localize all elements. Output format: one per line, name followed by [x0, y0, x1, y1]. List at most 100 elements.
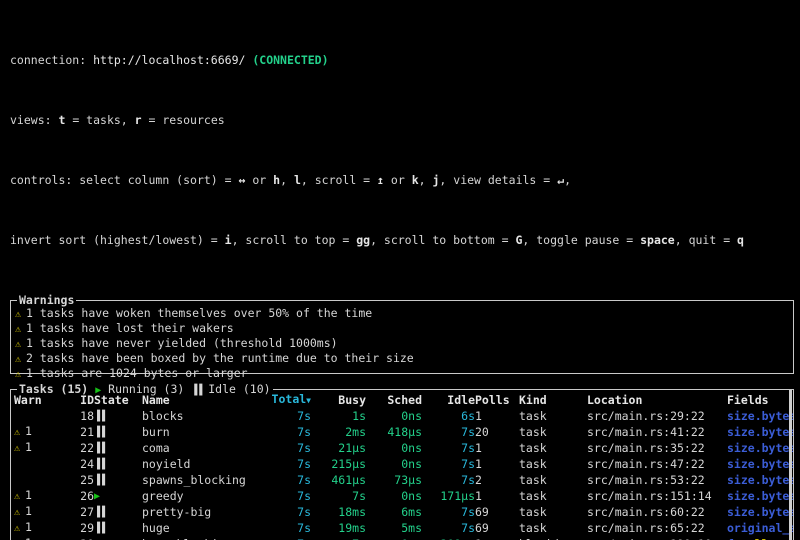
key-l[interactable]: l — [294, 173, 301, 187]
field-key: size.bytes — [727, 440, 793, 455]
cell-sched: 0ns — [401, 456, 422, 471]
cell-warn — [14, 456, 62, 472]
cell-state: ▐▐ — [94, 520, 142, 536]
field-key: size.bytes — [727, 456, 793, 471]
warning-triangle-icon: ⚠ — [15, 324, 22, 335]
cell-fields: size.bytes=408 tar — [727, 424, 793, 440]
key-i[interactable]: i — [225, 233, 232, 247]
column-header-total[interactable]: Total▼ — [268, 392, 311, 408]
warning-triangle-icon: ⚠ — [14, 427, 21, 438]
cell-fields: size.bytes=400 tar — [727, 408, 793, 424]
cell-name: huge — [142, 520, 170, 535]
warnings-list: ⚠ 1 tasks have woken themselves over 50% … — [11, 301, 793, 384]
tasks-table-head: Warn ID State Name Total▼ Busy Sched Idl… — [14, 392, 793, 408]
table-row[interactable]: ⚠ 1 27 ▐▐ pretty-big 7s 18ms 6ms 7s 69 task src/mai… — [14, 504, 793, 520]
cell-busy: 215µs — [331, 456, 366, 471]
column-header-busy[interactable]: Busy — [311, 392, 366, 408]
cell-idle: 7s — [461, 504, 475, 519]
controls-l1-d: , scroll = — [300, 173, 378, 187]
table-row[interactable]: ⚠ 1 29 ▐▐ huge 7s 19ms 5ms 7s 69 task src/main.rs:6… — [14, 520, 793, 536]
cell-total: 7s — [297, 472, 311, 487]
field-key: size.bytes — [727, 488, 793, 503]
cell-id: 25 — [80, 472, 94, 487]
cell-location: src/main.rs:65:22 — [587, 520, 705, 535]
cell-sched: 0ns — [401, 440, 422, 455]
key-k[interactable]: k — [412, 173, 419, 187]
warning-triangle-icon: ⚠ — [15, 339, 22, 350]
scrollbar-thumb[interactable] — [789, 390, 792, 540]
column-header-polls[interactable]: Polls — [475, 392, 519, 408]
cell-kind: task — [519, 488, 547, 503]
cell-polls: 20 — [475, 424, 489, 439]
column-header-name[interactable]: Name — [142, 392, 268, 408]
warn-count: 1 — [25, 536, 32, 540]
table-row[interactable]: ⚠ 1 22 ▐▐ coma 7s 21µs 0ns 7s 1 task src/main.rs:35… — [14, 440, 793, 456]
column-header-idle[interactable]: Idle — [422, 392, 475, 408]
warning-triangle-icon: ⚠ — [14, 443, 21, 454]
up-down-arrow-icon: ↥ — [377, 173, 384, 187]
controls-l1-h2: , — [564, 173, 571, 187]
table-row[interactable]: 24 ▐▐ noyield 7s 215µs 0ns 7s 1 task src/main.rs:… — [14, 456, 793, 472]
vertical-scrollbar[interactable] — [789, 390, 792, 540]
cell-idle: 7s — [461, 472, 475, 487]
cell-polls: 1 — [475, 488, 482, 503]
cell-total: 7s — [297, 440, 311, 455]
cell-warn: ⚠1 — [14, 488, 62, 504]
views-resources-text: = resources — [141, 113, 225, 127]
key-q[interactable]: q — [737, 233, 744, 247]
table-row[interactable]: 25 ▐▐ spawns_blocking 7s 461µs 73µs 7s 2 task src… — [14, 472, 793, 488]
sort-descending-icon: ▼ — [306, 396, 311, 405]
cell-total: 7s — [297, 504, 311, 519]
cell-state: ▐▐ — [94, 440, 142, 456]
cell-idle: 171µs — [440, 488, 475, 503]
warning-count: 1 — [26, 306, 33, 320]
controls-line-1: controls: select column (sort) = ↔ or h,… — [10, 173, 796, 188]
warning-count: 2 — [26, 351, 33, 365]
warning-text: tasks have lost their wakers — [32, 321, 234, 335]
pause-icon: ▐▐ — [94, 411, 105, 422]
warning-item: ⚠ 2 tasks have been boxed by the runtime … — [15, 351, 789, 366]
controls-l1-c: , — [280, 173, 294, 187]
key-space[interactable]: space — [640, 233, 675, 247]
cell-busy: 19ms — [338, 520, 366, 535]
cell-state: ▶ — [94, 488, 142, 504]
cell-total: 7s — [297, 456, 311, 471]
field-key: original_size.byte — [727, 520, 793, 535]
cell-sched: 5ms — [401, 520, 422, 535]
column-header-fields[interactable]: Fields — [727, 392, 793, 408]
warning-count: 1 — [26, 366, 33, 380]
column-header-warn[interactable]: Warn — [14, 392, 62, 408]
controls-l1-b: or — [245, 173, 274, 187]
cell-id: 18 — [80, 408, 94, 423]
column-header-kind[interactable]: Kind — [519, 392, 587, 408]
cell-warn — [14, 472, 62, 488]
pause-icon: ▐▐ — [94, 443, 105, 454]
tasks-table-container[interactable]: Warn ID State Name Total▼ Busy Sched Idl… — [11, 390, 793, 540]
table-row[interactable]: ⚠ 1 21 ▐▐ burn 7s 2ms 418µs 7s 20 task src/main.rs:… — [14, 424, 793, 440]
controls-line-2: invert sort (highest/lowest) = i, scroll… — [10, 233, 796, 248]
column-header-state[interactable]: State — [94, 392, 142, 408]
column-header-location[interactable]: Location — [587, 392, 727, 408]
views-resources-key[interactable]: r — [135, 113, 142, 127]
pause-icon: ▐▐ — [94, 523, 105, 534]
key-gg[interactable]: gg — [356, 233, 370, 247]
column-header-sched[interactable]: Sched — [366, 392, 422, 408]
cell-location: src/main.rs:60:22 — [587, 504, 705, 519]
warn-count: 1 — [25, 504, 32, 518]
warning-triangle-icon: ⚠ — [14, 507, 21, 518]
table-row[interactable]: ⚠ 1 26 ▶ greedy 7s 7s 0ns 171µs 1 task src/main.rs:… — [14, 488, 793, 504]
table-row[interactable]: ⚠130▶huge-blocking7s7s0ns209µs1blockings… — [14, 536, 793, 540]
cell-name: blocks — [142, 408, 184, 423]
cell-location: src/main.rs:190:10 — [587, 536, 727, 540]
table-row[interactable]: 18 ▐▐ blocks 7s 1s 0ns 6s 1 task src/main.rs:29:2… — [14, 408, 793, 424]
pause-icon: ▐▐ — [94, 459, 105, 470]
cell-location: src/main.rs:35:22 — [587, 440, 705, 455]
cell-idle: 6s — [461, 408, 475, 423]
column-header-id[interactable]: ID — [62, 392, 94, 408]
views-line: views: t = tasks, r = resources — [10, 113, 796, 128]
cell-kind: task — [519, 520, 547, 535]
cell-location: src/main.rs:53:22 — [587, 472, 705, 487]
cell-sched: 73µs — [394, 472, 422, 487]
warning-item: ⚠ 1 tasks have woken themselves over 50% … — [15, 306, 789, 321]
field-key: size.bytes — [727, 408, 793, 423]
